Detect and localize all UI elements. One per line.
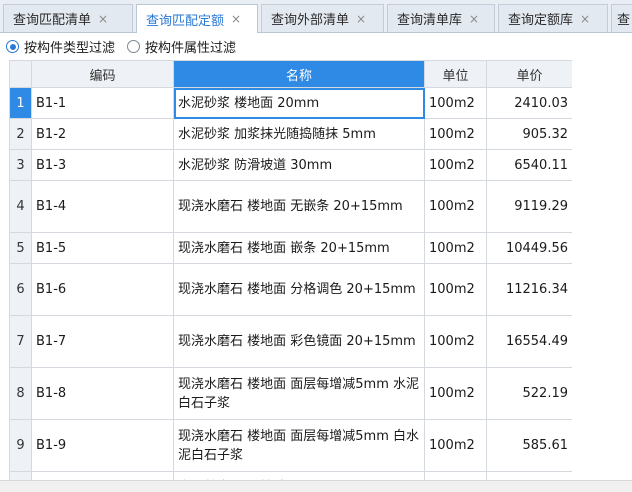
row-number[interactable]: 8 — [9, 367, 32, 420]
cell-name[interactable]: 现浇水磨石 楼地面 面层每增减5mm 白水泥白石子浆 — [173, 419, 425, 472]
filter-by-attr-label: 按构件属性过滤 — [145, 41, 237, 56]
cell-code[interactable]: B1-8 — [31, 367, 174, 420]
horizontal-scrollbar[interactable] — [0, 480, 632, 492]
cell-price[interactable]: 9119.29 — [486, 180, 572, 233]
cell-unit[interactable]: 100m2 — [424, 180, 487, 233]
cell-unit[interactable]: 100m2 — [424, 149, 487, 181]
table-row[interactable]: 9 B1-9 现浇水磨石 楼地面 面层每增减5mm 白水泥白石子浆 100m2 … — [9, 419, 572, 472]
column-header-name[interactable]: 名称 — [173, 60, 425, 88]
table-row[interactable]: 7 B1-7 现浇水磨石 楼地面 彩色镜面 20+15mm 100m2 1655… — [9, 315, 572, 368]
table-row[interactable]: 4 B1-4 现浇水磨石 楼地面 无嵌条 20+15mm 100m2 9119.… — [9, 180, 572, 233]
cell-code[interactable]: B1-2 — [31, 118, 174, 150]
tab-query-quota-library[interactable]: 查询定额库 × — [498, 4, 608, 32]
cell-price[interactable]: 905.32 — [486, 118, 572, 150]
cell-unit[interactable]: 100m2 — [424, 419, 487, 472]
column-header-price[interactable]: 单价 — [486, 60, 572, 88]
radio-unselected-icon[interactable] — [127, 40, 141, 53]
close-icon[interactable]: × — [231, 12, 241, 26]
cell-name[interactable]: 现浇水磨石 楼地面 嵌条 20+15mm — [173, 232, 425, 264]
cell-unit[interactable]: 100m2 — [424, 118, 487, 150]
row-number[interactable]: 2 — [9, 118, 32, 150]
table-row[interactable]: 3 B1-3 水泥砂浆 防滑坡道 30mm 100m2 6540.11 — [9, 149, 572, 181]
quota-table: 编码 名称 单位 单价 1 B1-1 水泥砂浆 楼地面 20mm 100m2 2… — [9, 60, 572, 491]
row-number[interactable]: 4 — [9, 180, 32, 233]
cell-price[interactable]: 585.61 — [486, 419, 572, 472]
cell-name[interactable]: 水泥砂浆 楼地面 20mm — [173, 87, 425, 119]
cell-unit[interactable]: 100m2 — [424, 367, 487, 420]
table-row[interactable]: 6 B1-6 现浇水磨石 楼地面 分格调色 20+15mm 100m2 1121… — [9, 263, 572, 316]
tab-label: 查询匹配定额 — [146, 13, 225, 29]
cell-name[interactable]: 现浇水磨石 楼地面 无嵌条 20+15mm — [173, 180, 425, 233]
cell-unit[interactable]: 100m2 — [424, 87, 487, 119]
column-header-code[interactable]: 编码 — [31, 60, 174, 88]
table-row[interactable]: 8 B1-8 现浇水磨石 楼地面 面层每增减5mm 水泥白石子浆 100m2 5… — [9, 367, 572, 420]
tab-query-match-list[interactable]: 查询匹配清单 × — [3, 4, 133, 32]
column-header-unit[interactable]: 单位 — [424, 60, 487, 88]
cell-code[interactable]: B1-7 — [31, 315, 174, 368]
cell-name[interactable]: 水泥砂浆 防滑坡道 30mm — [173, 149, 425, 181]
table-row[interactable]: 5 B1-5 现浇水磨石 楼地面 嵌条 20+15mm 100m2 10449.… — [9, 232, 572, 264]
close-icon[interactable]: × — [469, 12, 479, 26]
table-row[interactable]: 1 B1-1 水泥砂浆 楼地面 20mm 100m2 2410.03 — [9, 87, 572, 119]
row-number[interactable]: 5 — [9, 232, 32, 264]
row-number-header — [9, 60, 32, 88]
row-number[interactable]: 3 — [9, 149, 32, 181]
row-number[interactable]: 1 — [9, 87, 32, 119]
table-row[interactable]: 2 B1-2 水泥砂浆 加浆抹光随捣随抹 5mm 100m2 905.32 — [9, 118, 572, 150]
cell-price[interactable]: 6540.11 — [486, 149, 572, 181]
cell-price[interactable]: 2410.03 — [486, 87, 572, 119]
tab-label: 查 — [617, 13, 631, 28]
cell-price[interactable]: 16554.49 — [486, 315, 572, 368]
cell-name[interactable]: 现浇水磨石 楼地面 彩色镜面 20+15mm — [173, 315, 425, 368]
cell-name[interactable]: 水泥砂浆 加浆抹光随捣随抹 5mm — [173, 118, 425, 150]
filter-by-type-label: 按构件类型过滤 — [24, 41, 116, 56]
filter-by-attr-option[interactable]: 按构件属性过滤 — [127, 37, 236, 56]
cell-price[interactable]: 11216.34 — [486, 263, 572, 316]
filter-by-type-option[interactable]: 按构件类型过滤 — [6, 37, 115, 56]
tab-label: 查询外部清单 — [271, 13, 350, 28]
cell-code[interactable]: B1-5 — [31, 232, 174, 264]
cell-code[interactable]: B1-6 — [31, 263, 174, 316]
tab-query-external-list[interactable]: 查询外部清单 × — [261, 4, 384, 32]
cell-price[interactable]: 522.19 — [486, 367, 572, 420]
cell-name[interactable]: 现浇水磨石 楼地面 分格调色 20+15mm — [173, 263, 425, 316]
radio-selected-icon[interactable] — [6, 40, 19, 53]
filter-options: 按构件类型过滤 按构件属性过滤 — [0, 33, 632, 60]
tab-label: 查询清单库 — [397, 13, 463, 28]
cell-code[interactable]: B1-3 — [31, 149, 174, 181]
cell-code[interactable]: B1-4 — [31, 180, 174, 233]
close-icon[interactable]: × — [98, 12, 108, 26]
cell-price[interactable]: 10449.56 — [486, 232, 572, 264]
row-number[interactable]: 9 — [9, 419, 32, 472]
tab-query-list-library[interactable]: 查询清单库 × — [387, 4, 495, 32]
tab-overflow[interactable]: 查 — [611, 4, 632, 32]
close-icon[interactable]: × — [356, 12, 366, 26]
tab-label: 查询定额库 — [508, 13, 574, 28]
cell-unit[interactable]: 100m2 — [424, 315, 487, 368]
row-number[interactable]: 7 — [9, 315, 32, 368]
cell-code[interactable]: B1-9 — [31, 419, 174, 472]
cell-name[interactable]: 现浇水磨石 楼地面 面层每增减5mm 水泥白石子浆 — [173, 367, 425, 420]
tab-query-match-quota[interactable]: 查询匹配定额 × — [136, 4, 258, 33]
cell-unit[interactable]: 100m2 — [424, 263, 487, 316]
row-number[interactable]: 6 — [9, 263, 32, 316]
tab-label: 查询匹配清单 — [13, 13, 92, 28]
cell-unit[interactable]: 100m2 — [424, 232, 487, 264]
close-icon[interactable]: × — [580, 12, 590, 26]
cell-code[interactable]: B1-1 — [31, 87, 174, 119]
tab-bar: 查询匹配清单 × 查询匹配定额 × 查询外部清单 × 查询清单库 × 查询定额库… — [0, 0, 632, 33]
